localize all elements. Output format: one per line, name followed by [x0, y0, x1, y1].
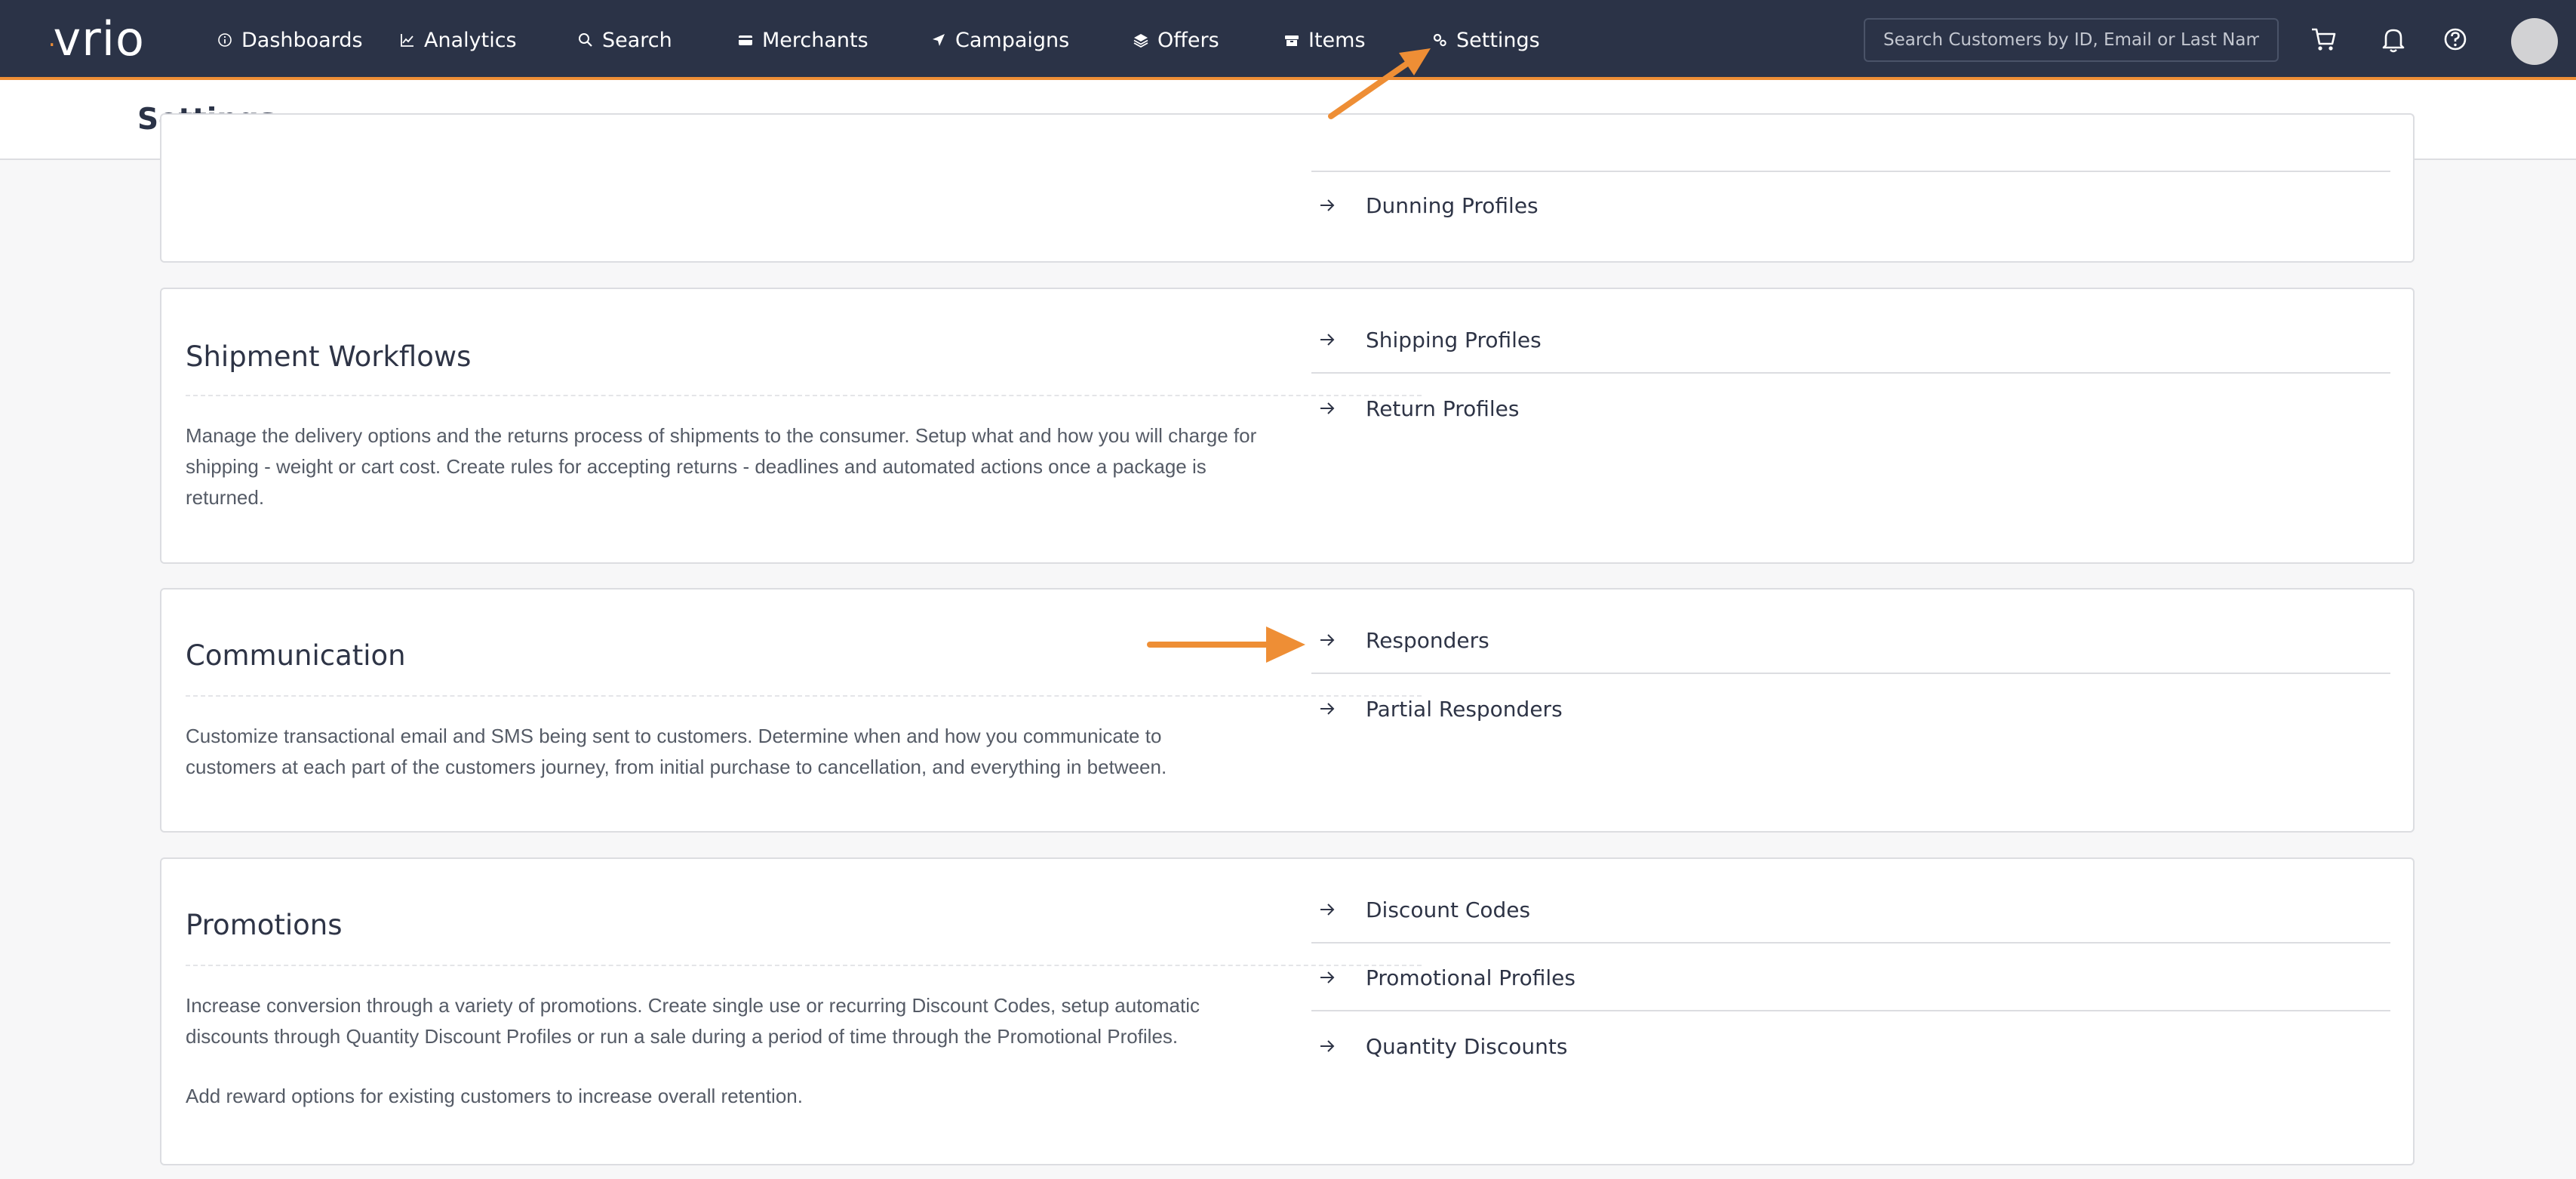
- layers-icon: [1133, 34, 1148, 48]
- link-discount-codes[interactable]: Discount Codes: [1311, 877, 2390, 944]
- nav-label: Items: [1308, 28, 1366, 52]
- nav-label: Search: [602, 28, 672, 52]
- search-icon: [579, 33, 592, 47]
- link-responders[interactable]: Responders: [1311, 608, 2390, 674]
- link-label: Return Profiles: [1366, 396, 1520, 421]
- nav-item-offers[interactable]: Offers: [1133, 23, 1219, 57]
- nav-item-settings[interactable]: Settings: [1432, 23, 1540, 57]
- link-label: Partial Responders: [1366, 696, 1563, 722]
- link-label: Quantity Discounts: [1366, 1033, 1568, 1059]
- arrow-right-icon: [1320, 199, 1335, 211]
- link-quantity-discounts[interactable]: Quantity Discounts: [1311, 1013, 2390, 1079]
- section-title: Promotions: [186, 909, 343, 941]
- line-chart-icon: [401, 34, 413, 47]
- section-description: Manage the delivery options and the retu…: [186, 424, 1257, 509]
- nav-item-analytics[interactable]: Analytics: [400, 23, 517, 57]
- section-title: Communication: [186, 639, 406, 672]
- link-return-profiles[interactable]: Return Profiles: [1311, 375, 2390, 442]
- link-label: Discount Codes: [1366, 897, 1531, 922]
- link-partial-responders[interactable]: Partial Responders: [1311, 676, 2390, 742]
- user-avatar[interactable]: [2511, 18, 2558, 65]
- link-dunning-profiles[interactable]: Dunning Profiles: [1311, 172, 2390, 239]
- arrow-right-icon: [1320, 634, 1335, 646]
- gears-icon: [1433, 33, 1446, 47]
- help-icon[interactable]: [2440, 24, 2470, 54]
- arrow-right-icon: [1320, 334, 1335, 346]
- nav-item-items[interactable]: Items: [1284, 23, 1366, 57]
- nav-item-search[interactable]: Search: [578, 23, 672, 57]
- send-icon: [933, 34, 945, 46]
- arrow-right-icon: [1320, 971, 1335, 984]
- arrow-right-icon: [1320, 1040, 1335, 1052]
- nav-label: Merchants: [762, 28, 868, 52]
- section-description-secondary: Add reward options for existing customer…: [186, 1085, 803, 1107]
- bell-icon[interactable]: [2378, 24, 2408, 54]
- nav-label: Settings: [1456, 28, 1540, 52]
- section-title: Shipment Workflows: [186, 340, 472, 373]
- nav-label: Offers: [1157, 28, 1219, 52]
- top-navigation-bar: .vrio Dashboards Analytics Search Mercha…: [0, 0, 2576, 80]
- cart-icon[interactable]: [2309, 24, 2339, 54]
- settings-section-card-communication: Communication Customize transactional em…: [160, 588, 2415, 833]
- nav-item-merchants[interactable]: Merchants: [738, 23, 868, 57]
- settings-section-card-promotions: Promotions Increase conversion through a…: [160, 857, 2415, 1165]
- arrow-right-icon: [1320, 903, 1335, 916]
- section-divider: [186, 695, 1422, 697]
- credit-card-icon: [739, 35, 752, 45]
- nav-label: Analytics: [424, 28, 517, 52]
- nav-item-campaigns[interactable]: Campaigns: [931, 23, 1069, 57]
- nav-label: Campaigns: [955, 28, 1070, 52]
- link-label: Dunning Profiles: [1366, 192, 1539, 218]
- customer-search-input[interactable]: [1864, 18, 2279, 62]
- link-label: Promotional Profiles: [1366, 965, 1575, 990]
- info-circle-icon: [218, 33, 232, 47]
- settings-section-card-shipment: Shipment Workflows Manage the delivery o…: [160, 288, 2415, 564]
- arrow-right-icon: [1320, 402, 1335, 414]
- section-description: Increase conversion through a variety of…: [186, 994, 1200, 1048]
- settings-section-card-billing: Dunning Profiles: [160, 113, 2415, 263]
- link-promotional-profiles[interactable]: Promotional Profiles: [1311, 945, 2390, 1011]
- nav-label: Dashboards: [241, 28, 363, 52]
- link-shipping-profiles[interactable]: Shipping Profiles: [1311, 307, 2390, 374]
- box-icon: [1285, 35, 1299, 46]
- section-divider: [186, 395, 1422, 396]
- link-label: Shipping Profiles: [1366, 327, 1542, 352]
- vrio-logo[interactable]: .vrio: [48, 16, 145, 63]
- nav-item-dashboards[interactable]: Dashboards: [217, 23, 363, 57]
- section-divider: [186, 965, 1422, 966]
- link-label: Responders: [1366, 627, 1489, 653]
- section-description: Customize transactional email and SMS be…: [186, 725, 1167, 778]
- arrow-right-icon: [1320, 703, 1335, 715]
